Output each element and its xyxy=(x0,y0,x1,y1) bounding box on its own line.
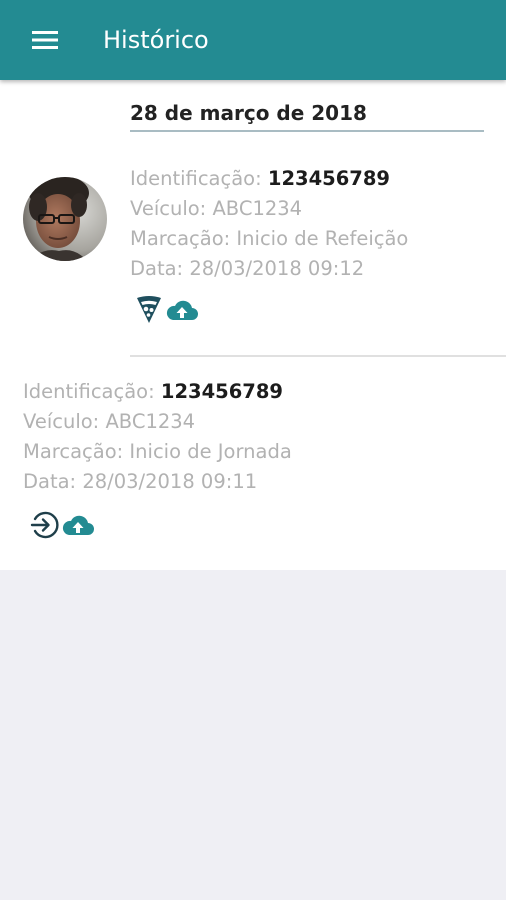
history-entry[interactable]: Identificação: 123456789 Veículo: ABC123… xyxy=(130,164,408,284)
divider xyxy=(130,355,506,357)
entry-status-icons xyxy=(135,295,199,325)
mark-value: Inicio de Refeição xyxy=(236,227,409,250)
cloud-upload-icon xyxy=(61,513,95,537)
hamburger-menu-icon xyxy=(32,30,58,50)
mark-line: Marcação: Inicio de Refeição xyxy=(130,227,409,250)
date-line: Data: 28/03/2018 09:11 xyxy=(23,470,258,493)
login-arrow-icon xyxy=(29,510,59,540)
identification-value: 123456789 xyxy=(267,167,391,190)
vehicle-line: Veículo: ABC1234 xyxy=(23,410,196,433)
menu-button[interactable] xyxy=(22,20,68,60)
mark-line: Marcação: Inicio de Jornada xyxy=(23,440,292,463)
vehicle-line: Veículo: ABC1234 xyxy=(130,197,303,220)
identification-value: 123456789 xyxy=(160,380,284,403)
vehicle-value: ABC1234 xyxy=(105,410,196,433)
vehicle-value: ABC1234 xyxy=(212,197,303,220)
entry-status-icons xyxy=(29,510,95,540)
date-value: 28/03/2018 09:11 xyxy=(82,470,258,493)
app-bar: Histórico xyxy=(0,0,506,80)
date-header-text: 28 de março de 2018 xyxy=(130,101,367,125)
pizza-slice-icon xyxy=(135,295,163,325)
page-title: Histórico xyxy=(103,26,209,54)
cloud-upload-icon xyxy=(165,298,199,322)
history-entry[interactable]: Identificação: 123456789 Veículo: ABC123… xyxy=(23,377,292,497)
date-line: Data: 28/03/2018 09:12 xyxy=(130,257,365,280)
identification-line: Identificação: 123456789 xyxy=(23,380,284,403)
date-section-header: 28 de março de 2018 xyxy=(130,98,484,132)
mark-value: Inicio de Jornada xyxy=(129,440,292,463)
date-value: 28/03/2018 09:12 xyxy=(189,257,365,280)
avatar[interactable] xyxy=(23,177,107,261)
history-list: 28 de março de 2018 Identificação: 12345… xyxy=(0,80,506,570)
identification-line: Identificação: 123456789 xyxy=(130,167,391,190)
